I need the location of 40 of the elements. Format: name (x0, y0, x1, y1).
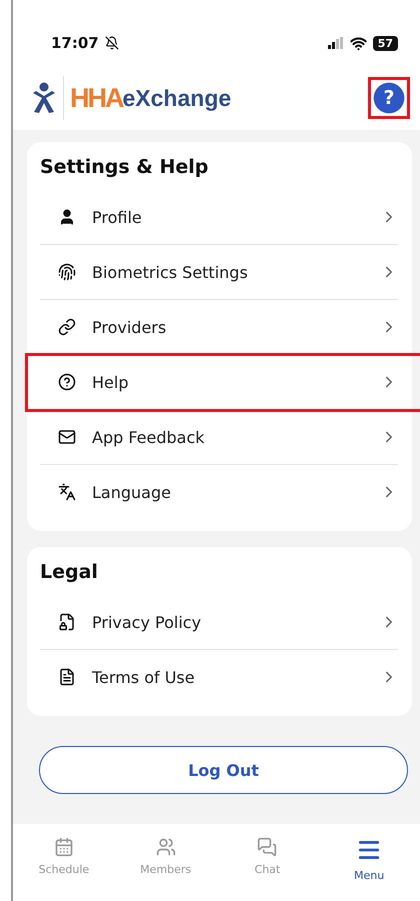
menu-item-label: Terms of Use (92, 668, 196, 686)
battery-indicator: 57 (372, 36, 398, 50)
menu-item-label: Language (92, 482, 172, 502)
menu-item-label: Biometrics Settings (92, 262, 249, 282)
link-icon (58, 318, 76, 336)
status-time: 17:07 (51, 34, 99, 52)
tab-bar-item[interactable]: Menu (329, 836, 410, 883)
menu-item-label: App Feedback (92, 428, 206, 446)
settings-row[interactable]: Profile (40, 190, 398, 245)
envelope-icon (58, 428, 76, 446)
settings-row[interactable]: Terms of Use (40, 650, 398, 704)
settings-row[interactable]: Biometrics Settings (40, 245, 398, 300)
file-lock-icon (58, 613, 76, 631)
section-title: Legal (39, 561, 99, 585)
silent-icon (104, 36, 119, 50)
logo-text: eXchange (122, 84, 232, 112)
signal-icon (328, 37, 344, 49)
people-icon (156, 837, 176, 857)
help-icon (58, 373, 76, 391)
logo-text: HHA (70, 82, 122, 114)
settings-row[interactable]: Providers (40, 300, 398, 355)
settings-row[interactable]: Language (40, 465, 398, 519)
help-button[interactable]: ? (368, 77, 410, 119)
menu-item-label: Providers (92, 318, 168, 336)
logout-button[interactable]: Log Out (39, 746, 408, 794)
logo-figure-icon (31, 82, 57, 114)
document-icon (58, 668, 76, 686)
settings-row[interactable]: Privacy Policy (40, 595, 398, 650)
person-icon (58, 208, 76, 226)
menu-item-label: Privacy Policy (92, 612, 202, 632)
fingerprint-icon (58, 263, 76, 281)
chat-icon (257, 837, 278, 857)
section-title: Settings & Help (39, 156, 210, 180)
settings-row[interactable]: App Feedback (40, 410, 398, 465)
settings-row[interactable]: Help (27, 355, 420, 410)
menu-item-label: Help (92, 372, 130, 392)
menu-item-label: Profile (92, 208, 143, 226)
language-icon (58, 483, 76, 501)
calendar-icon (54, 837, 74, 857)
wifi-icon (350, 34, 367, 52)
